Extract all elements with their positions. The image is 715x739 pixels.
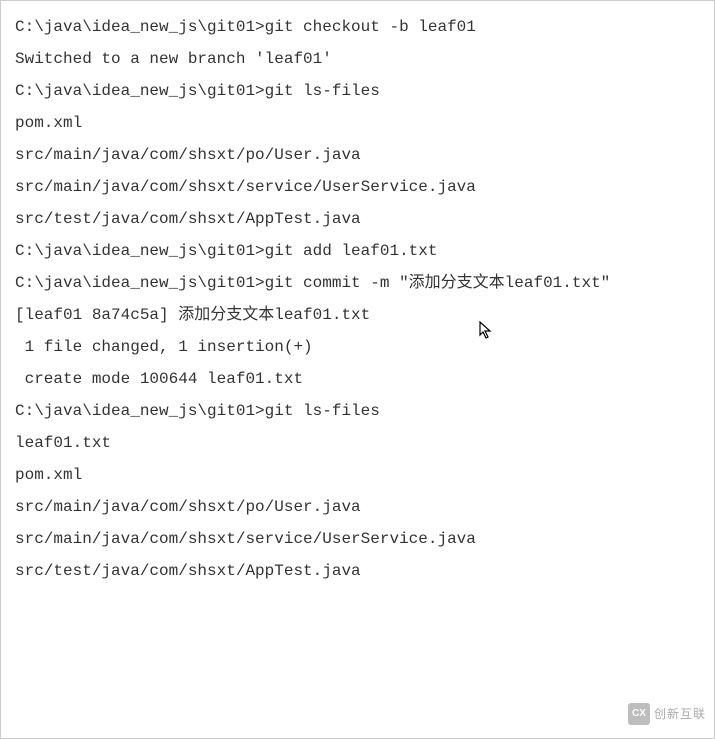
terminal-line: src/main/java/com/shsxt/service/UserServ…	[15, 523, 700, 555]
terminal-line: src/test/java/com/shsxt/AppTest.java	[15, 555, 700, 587]
terminal-line: pom.xml	[15, 459, 700, 491]
watermark: CX 创新互联	[628, 698, 706, 730]
terminal-line: src/main/java/com/shsxt/po/User.java	[15, 139, 700, 171]
terminal-line: src/test/java/com/shsxt/AppTest.java	[15, 203, 700, 235]
terminal-line: src/main/java/com/shsxt/service/UserServ…	[15, 171, 700, 203]
terminal-line: C:\java\idea_new_js\git01>git add leaf01…	[15, 235, 700, 267]
terminal-line: src/main/java/com/shsxt/po/User.java	[15, 491, 700, 523]
terminal-line: C:\java\idea_new_js\git01>git ls-files	[15, 75, 700, 107]
terminal-line: leaf01.txt	[15, 427, 700, 459]
watermark-logo-icon: CX	[628, 703, 650, 725]
terminal-line: pom.xml	[15, 107, 700, 139]
terminal-line: Switched to a new branch 'leaf01'	[15, 43, 700, 75]
watermark-text: 创新互联	[654, 698, 706, 730]
terminal-line: C:\java\idea_new_js\git01>git ls-files	[15, 395, 700, 427]
terminal-line: create mode 100644 leaf01.txt	[15, 363, 700, 395]
terminal-line: C:\java\idea_new_js\git01>git commit -m …	[15, 267, 700, 299]
terminal-line: 1 file changed, 1 insertion(+)	[15, 331, 700, 363]
terminal-line: [leaf01 8a74c5a] 添加分支文本leaf01.txt	[15, 299, 700, 331]
terminal-line: C:\java\idea_new_js\git01>git checkout -…	[15, 11, 700, 43]
